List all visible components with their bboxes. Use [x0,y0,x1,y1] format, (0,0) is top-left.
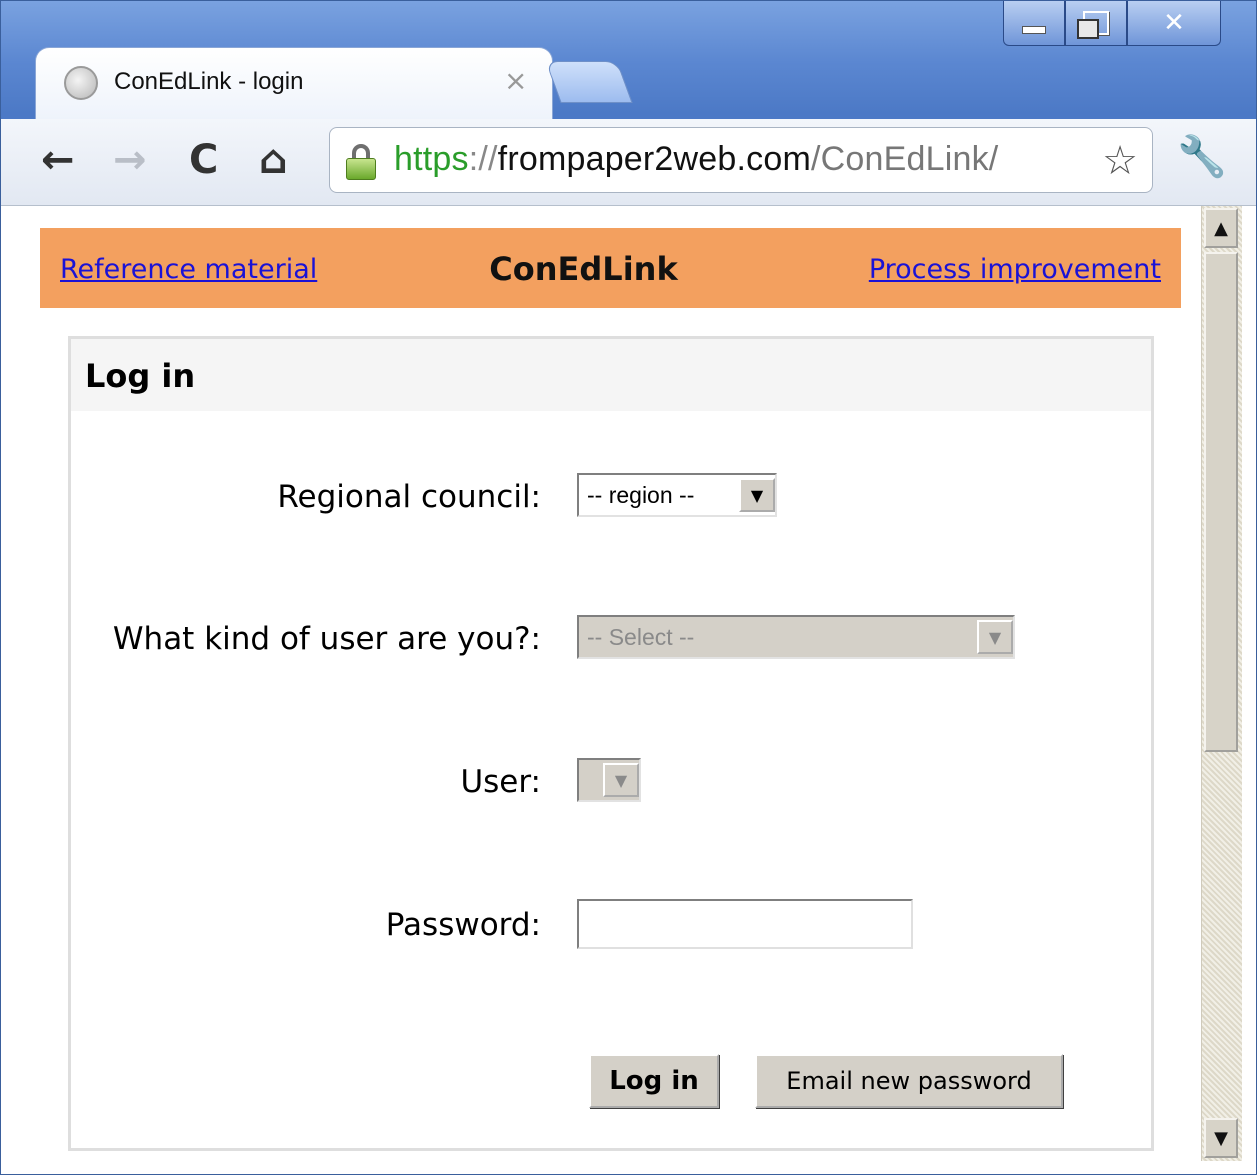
star-icon[interactable]: ☆ [1102,138,1138,184]
tab-title: ConEdLink - login [114,68,304,95]
chevron-down-icon: ▼ [739,478,775,512]
vertical-scrollbar[interactable]: ▲ ▼ [1201,206,1242,1161]
region-select[interactable]: -- region -- ▼ [577,473,777,517]
page-viewport: ConEdLink Reference material Process imp… [1,206,1201,1174]
user-type-select-value: -- Select -- [587,623,695,650]
chevron-down-icon: ▼ [977,620,1013,654]
login-title: Log in [85,357,196,395]
minimize-button[interactable] [1003,1,1065,46]
password-label: Password: [385,907,541,943]
browser-window: ✕ ConEdLink - login × ← → C ⌂ https://fr… [0,0,1257,1175]
url-host: frompaper2web.com [497,140,811,178]
window-controls: ✕ [1003,1,1228,47]
site-banner: ConEdLink Reference material Process imp… [40,228,1181,308]
browser-toolbar: ← → C ⌂ https://frompaper2web.com/ConEdL… [1,119,1256,206]
url-path: /ConEdLink/ [811,140,999,178]
process-improvement-link[interactable]: Process improvement [869,254,1161,285]
user-label: User: [460,764,541,800]
home-icon[interactable]: ⌂ [259,137,288,183]
tab-close-icon[interactable]: × [504,64,527,97]
user-type-label: What kind of user are you?: [112,621,541,657]
restore-icon [1077,11,1109,39]
chevron-down-icon: ▼ [603,763,639,797]
address-bar[interactable]: https://frompaper2web.com/ConEdLink/ ☆ [329,127,1153,193]
close-window-button[interactable]: ✕ [1127,1,1221,46]
close-icon: ✕ [1163,8,1185,38]
new-tab-button[interactable] [545,61,633,103]
browser-tab[interactable]: ConEdLink - login × [35,47,553,120]
maximize-button[interactable] [1065,1,1127,46]
email-new-password-button[interactable]: Email new password [755,1054,1063,1108]
user-select[interactable]: ▼ [577,758,641,802]
region-select-value: -- region -- [587,481,695,508]
scroll-up-button[interactable]: ▲ [1204,208,1238,248]
reference-material-link[interactable]: Reference material [60,254,317,285]
forward-arrow-icon[interactable]: → [113,137,147,183]
arrow-up-icon: ▲ [1214,217,1228,239]
scrollbar-thumb[interactable] [1204,252,1238,752]
login-button[interactable]: Log in [589,1054,719,1108]
url-text: https://frompaper2web.com/ConEdLink/ [394,140,998,179]
login-panel-header: Log in [71,339,1151,411]
back-arrow-icon[interactable]: ← [41,137,75,183]
arrow-down-icon: ▼ [1214,1127,1228,1149]
user-type-select[interactable]: -- Select -- ▼ [577,615,1015,659]
lock-icon [346,144,376,180]
minimize-icon [1022,26,1046,34]
scroll-down-button[interactable]: ▼ [1204,1118,1238,1158]
url-scheme: https [394,140,469,178]
login-panel: Log in Regional council: -- region -- ▼ … [68,336,1154,1151]
region-label: Regional council: [277,479,541,515]
wrench-icon[interactable]: 🔧 [1177,133,1227,180]
url-separator: :// [468,140,498,178]
globe-icon [64,66,98,100]
password-input[interactable] [577,899,913,949]
reload-icon[interactable]: C [189,137,218,183]
